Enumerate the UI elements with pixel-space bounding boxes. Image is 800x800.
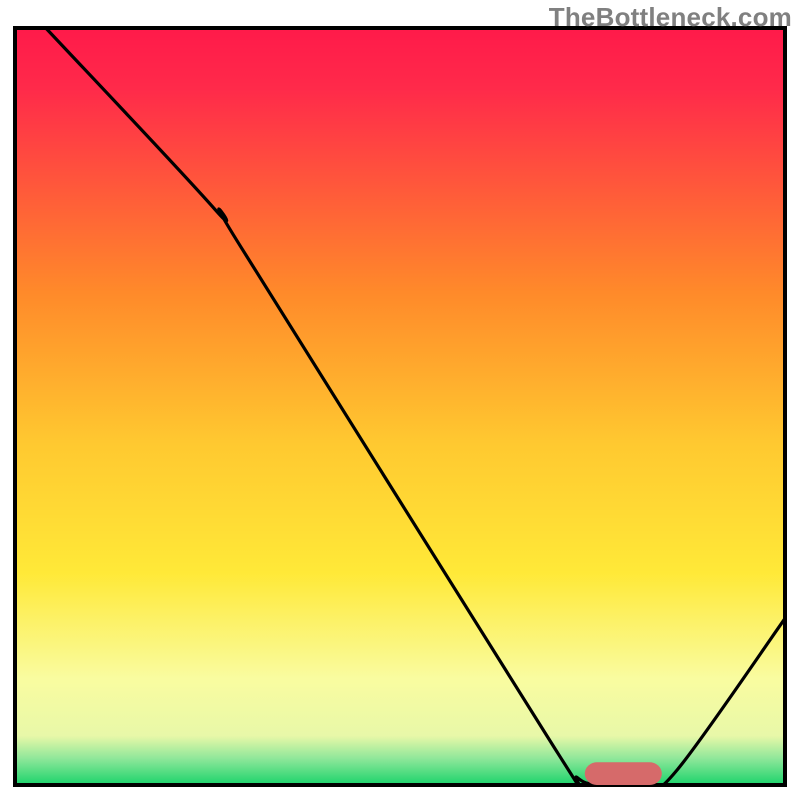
watermark-text: TheBottleneck.com xyxy=(549,2,792,33)
gradient-background xyxy=(15,28,785,785)
bottleneck-chart: TheBottleneck.com xyxy=(0,0,800,800)
optimal-marker xyxy=(585,762,662,785)
chart-svg xyxy=(0,0,800,800)
